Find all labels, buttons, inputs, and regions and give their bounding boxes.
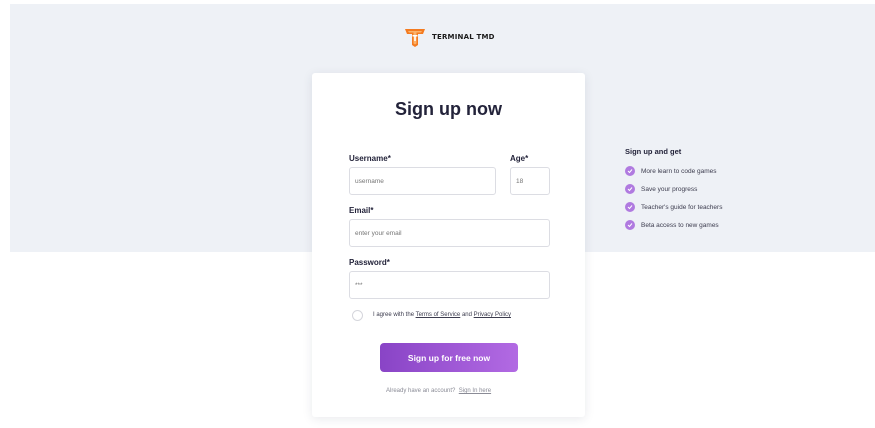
privacy-policy-link[interactable]: Privacy Policy: [474, 312, 511, 318]
agree-checkbox[interactable]: [352, 310, 363, 321]
benefit-item: Save your progress: [625, 184, 697, 194]
benefit-label: Teacher's guide for teachers: [641, 203, 723, 211]
brand-name: TERMINAL TMD: [432, 33, 495, 41]
check-circle-icon: [625, 184, 635, 194]
email-input[interactable]: [349, 219, 550, 247]
password-label: Password*: [349, 258, 390, 267]
left-margin: [0, 0, 10, 428]
page-title: Sign up now: [395, 99, 502, 119]
benefit-label: More learn to code games: [641, 167, 717, 175]
check-circle-icon: [625, 166, 635, 176]
tmd-shield-logo-icon: [405, 29, 425, 47]
benefit-item: Beta access to new games: [625, 220, 719, 230]
age-input[interactable]: [510, 167, 550, 195]
password-input[interactable]: [349, 271, 550, 299]
sign-in-link[interactable]: Sign In here: [459, 388, 491, 394]
login-prompt-line: Already have an account? Sign In here: [386, 388, 491, 394]
agree-middle: and: [460, 312, 474, 318]
benefit-label: Save your progress: [641, 185, 698, 193]
terms-of-service-link[interactable]: Terms of Service: [416, 312, 461, 318]
agree-prefix: I agree with the: [373, 312, 416, 318]
check-circle-icon: [625, 202, 635, 212]
username-label: Username*: [349, 154, 391, 163]
benefit-item: Teacher's guide for teachers: [625, 202, 722, 212]
benefit-item: More learn to code games: [625, 166, 717, 176]
benefit-label: Beta access to new games: [641, 221, 719, 229]
check-circle-icon: [625, 220, 635, 230]
signup-button[interactable]: Sign up for free now: [380, 343, 518, 372]
login-prompt: Already have an account?: [386, 388, 456, 394]
agree-text: I agree with the Terms of Service and Pr…: [373, 312, 511, 318]
age-label: Age*: [510, 154, 529, 163]
email-label: Email*: [349, 206, 374, 215]
username-input[interactable]: [349, 167, 496, 195]
benefits-title: Sign up and get: [625, 147, 682, 156]
brand-logo[interactable]: TERMINAL TMD: [404, 26, 495, 48]
